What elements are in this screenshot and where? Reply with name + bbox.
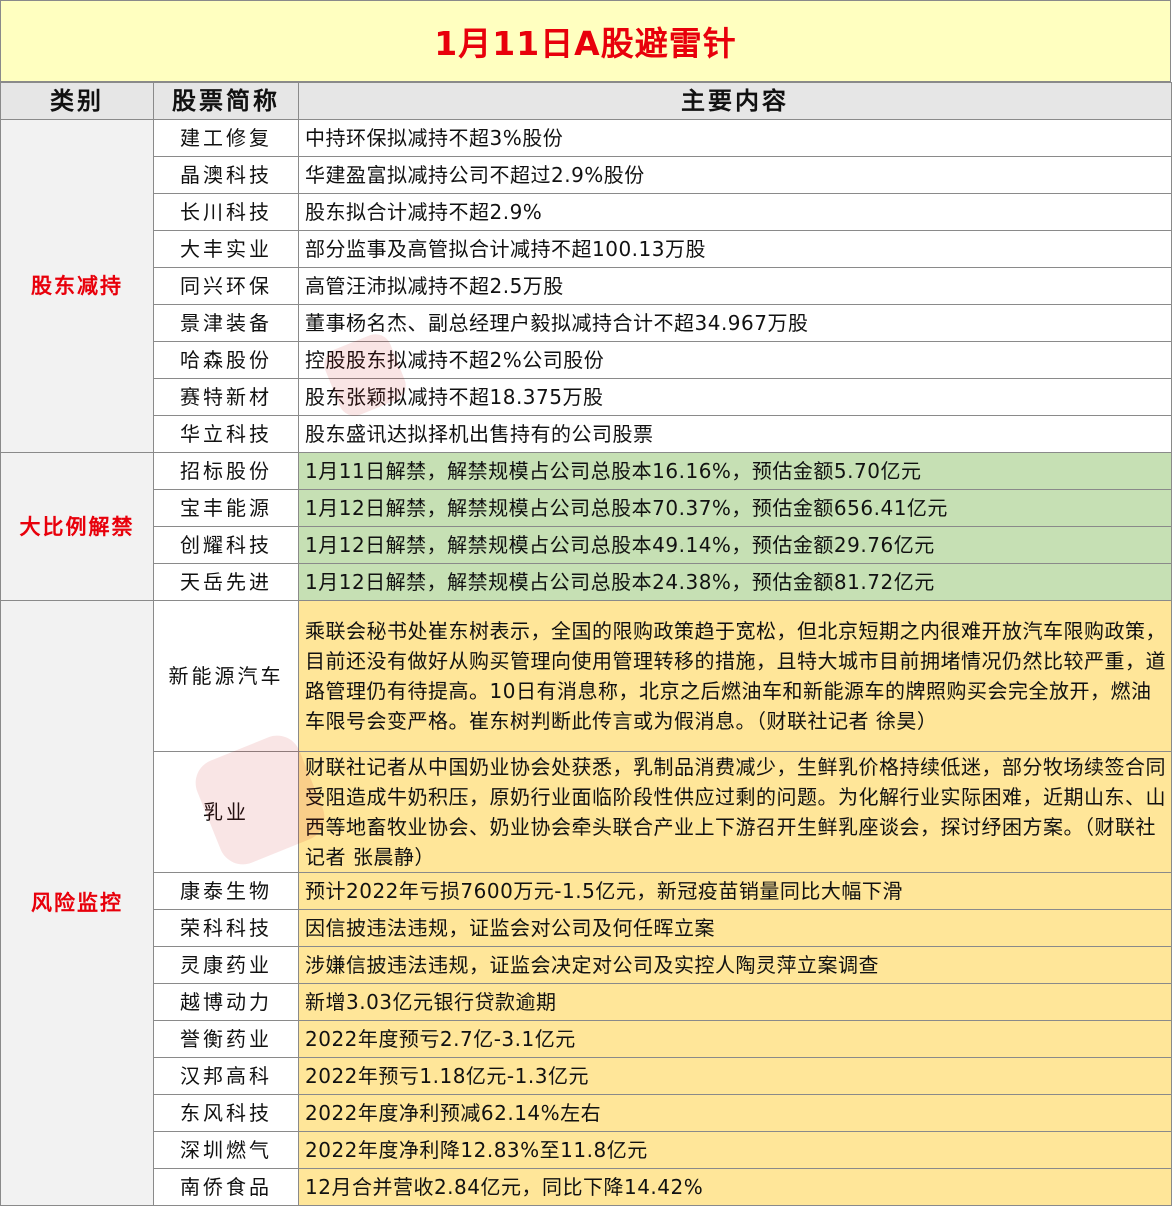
content-cell: 股东盛讯达拟择机出售持有的公司股票 (298, 415, 1172, 453)
header-stock: 股票简称 (153, 82, 299, 120)
content-cell: 股东张颖拟减持不超18.375万股 (298, 378, 1172, 416)
table-row: 景津装备 董事杨名杰、副总经理户毅拟减持合计不超34.967万股 (1, 304, 1172, 342)
table-row: 汉邦高科 2022年预亏1.18亿元-1.3亿元 (1, 1057, 1172, 1095)
table-row: 宝丰能源 1月12日解禁，解禁规模占公司总股本70.37%，预估金额656.41… (1, 489, 1172, 527)
content-cell: 2022年预亏1.18亿元-1.3亿元 (298, 1057, 1172, 1095)
content-cell: 乘联会秘书处崔东树表示，全国的限购政策趋于宽松，但北京短期之内很难开放汽车限购政… (298, 600, 1172, 752)
stock-name: 大丰实业 (153, 230, 299, 268)
table-row: 越博动力 新增3.03亿元银行贷款逾期 (1, 983, 1172, 1021)
content-cell: 财联社记者从中国奶业协会处获悉，乳制品消费减少，生鲜乳价格持续低迷，部分牧场续签… (298, 751, 1172, 873)
content-cell: 预计2022年亏损7600万元-1.5亿元，新冠疫苗销量同比大幅下滑 (298, 872, 1172, 910)
table-row: 赛特新材 股东张颖拟减持不超18.375万股 (1, 378, 1172, 416)
stock-name: 长川科技 (153, 193, 299, 231)
table-row: 晶澳科技 华建盈富拟减持公司不超过2.9%股份 (1, 156, 1172, 194)
group-shareholder-reduction: 股东减持 建工修复 中持环保拟减持不超3%股份 晶澳科技 华建盈富拟减持公司不超… (0, 119, 1172, 453)
header-content: 主要内容 (298, 82, 1172, 120)
content-cell: 1月11日解禁，解禁规模占公司总股本16.16%，预估金额5.70亿元 (298, 452, 1172, 490)
stock-name: 汉邦高科 (153, 1057, 299, 1095)
table-row: 乳业 财联社记者从中国奶业协会处获悉，乳制品消费减少，生鲜乳价格持续低迷，部分牧… (1, 751, 1172, 873)
table-row: 华立科技 股东盛讯达拟择机出售持有的公司股票 (1, 415, 1172, 453)
content-cell: 12月合并营收2.84亿元，同比下降14.42% (298, 1168, 1172, 1206)
content-cell: 华建盈富拟减持公司不超过2.9%股份 (298, 156, 1172, 194)
content-cell: 2022年度净利预减62.14%左右 (298, 1094, 1172, 1132)
table-row: 大丰实业 部分监事及高管拟合计减持不超100.13万股 (1, 230, 1172, 268)
table-row: 大比例解禁 招标股份 1月11日解禁，解禁规模占公司总股本16.16%，预估金额… (0, 452, 1172, 601)
stock-name: 赛特新材 (153, 378, 299, 416)
stock-name: 景津装备 (153, 304, 299, 342)
stock-name: 南侨食品 (153, 1168, 299, 1206)
stock-name: 乳业 (153, 751, 299, 873)
stock-name: 招标股份 (153, 452, 299, 490)
stock-name: 华立科技 (153, 415, 299, 453)
stock-name: 深圳燃气 (153, 1131, 299, 1169)
stock-name: 东风科技 (153, 1094, 299, 1132)
table-row: 创耀科技 1月12日解禁，解禁规模占公司总股本49.14%，预估金额29.76亿… (1, 526, 1172, 564)
stock-name: 新能源汽车 (153, 600, 299, 752)
stock-name: 创耀科技 (153, 526, 299, 564)
table-row: 天岳先进 1月12日解禁，解禁规模占公司总股本24.38%，预估金额81.72亿… (1, 563, 1172, 601)
content-cell: 1月12日解禁，解禁规模占公司总股本70.37%，预估金额656.41亿元 (298, 489, 1172, 527)
table-row: 南侨食品 12月合并营收2.84亿元，同比下降14.42% (1, 1168, 1172, 1206)
table-row: 灵康药业 涉嫌信披违法违规，证监会决定对公司及实控人陶灵萍立案调查 (1, 946, 1172, 984)
stock-name: 灵康药业 (153, 946, 299, 984)
group-large-unlock: 大比例解禁 招标股份 1月11日解禁，解禁规模占公司总股本16.16%，预估金额… (0, 452, 1172, 601)
group-risk-monitor: 风险监控 新能源汽车 乘联会秘书处崔东树表示，全国的限购政策趋于宽松，但北京短期… (0, 600, 1172, 1206)
content-cell: 2022年度预亏2.7亿-3.1亿元 (298, 1020, 1172, 1058)
stock-name: 晶澳科技 (153, 156, 299, 194)
content-cell: 1月12日解禁，解禁规模占公司总股本49.14%，预估金额29.76亿元 (298, 526, 1172, 564)
risk-table: 类别 股票简称 主要内容 股东减持 建工修复 中持环保拟减持不超3%股份 晶澳科… (0, 82, 1172, 1206)
table-row: 哈森股份 控股股东拟减持不超2%公司股份 (1, 341, 1172, 379)
content-cell: 董事杨名杰、副总经理户毅拟减持合计不超34.967万股 (298, 304, 1172, 342)
header-category: 类别 (0, 82, 154, 120)
stock-name: 康泰生物 (153, 872, 299, 910)
content-cell: 新增3.03亿元银行贷款逾期 (298, 983, 1172, 1021)
stock-name: 哈森股份 (153, 341, 299, 379)
content-cell: 1月12日解禁，解禁规模占公司总股本24.38%，预估金额81.72亿元 (298, 563, 1172, 601)
table-row: 荣科科技 因信披违法违规，证监会对公司及何任晖立案 (1, 909, 1172, 947)
stock-name: 宝丰能源 (153, 489, 299, 527)
table-row: 风险监控 新能源汽车 乘联会秘书处崔东树表示，全国的限购政策趋于宽松，但北京短期… (0, 600, 1172, 1206)
page: 1月11日A股避雷针 类别 股票简称 主要内容 股东减持 建工修复 中持环保拟减… (0, 0, 1173, 1206)
content-cell: 控股股东拟减持不超2%公司股份 (298, 341, 1172, 379)
table-row: 同兴环保 高管汪沛拟减持不超2.5万股 (1, 267, 1172, 305)
table-row: 誉衡药业 2022年度预亏2.7亿-3.1亿元 (1, 1020, 1172, 1058)
table-row: 深圳燃气 2022年度净利降12.83%至11.8亿元 (1, 1131, 1172, 1169)
content-cell: 因信披违法违规，证监会对公司及何任晖立案 (298, 909, 1172, 947)
stock-name: 建工修复 (153, 119, 299, 157)
content-cell: 涉嫌信披违法违规，证监会决定对公司及实控人陶灵萍立案调查 (298, 946, 1172, 984)
category-cell: 风险监控 (0, 600, 154, 1206)
content-cell: 中持环保拟减持不超3%股份 (298, 119, 1172, 157)
table-row: 东风科技 2022年度净利预减62.14%左右 (1, 1094, 1172, 1132)
table-row: 股东减持 建工修复 中持环保拟减持不超3%股份 (0, 119, 1172, 453)
stock-name: 越博动力 (153, 983, 299, 1021)
category-cell: 大比例解禁 (0, 452, 154, 601)
table-row: 康泰生物 预计2022年亏损7600万元-1.5亿元，新冠疫苗销量同比大幅下滑 (1, 872, 1172, 910)
page-title: 1月11日A股避雷针 (0, 0, 1171, 82)
stock-name: 荣科科技 (153, 909, 299, 947)
stock-name: 天岳先进 (153, 563, 299, 601)
content-cell: 2022年度净利降12.83%至11.8亿元 (298, 1131, 1172, 1169)
content-cell: 部分监事及高管拟合计减持不超100.13万股 (298, 230, 1172, 268)
category-cell: 股东减持 (0, 119, 154, 453)
content-cell: 股东拟合计减持不超2.9% (298, 193, 1172, 231)
header-row: 类别 股票简称 主要内容 (0, 82, 1172, 120)
stock-name: 同兴环保 (153, 267, 299, 305)
table-row: 长川科技 股东拟合计减持不超2.9% (1, 193, 1172, 231)
stock-name: 誉衡药业 (153, 1020, 299, 1058)
content-cell: 高管汪沛拟减持不超2.5万股 (298, 267, 1172, 305)
